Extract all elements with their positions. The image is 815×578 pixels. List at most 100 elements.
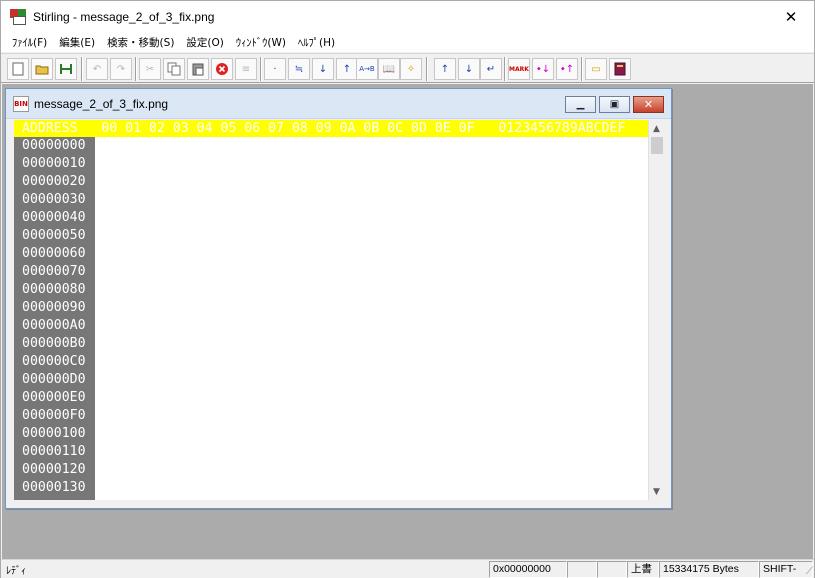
hex-editor[interactable]: ADDRESS 00 01 02 03 04 05 06 07 08 09 0A… [14, 120, 664, 500]
copy-icon [167, 62, 181, 76]
return-button[interactable]: ↵ [480, 58, 502, 80]
list-button[interactable]: ≡ [235, 58, 257, 80]
close-icon: ✕ [784, 7, 798, 26]
status-cell-empty [597, 561, 627, 578]
book-icon: 📖 [382, 63, 396, 75]
top-button[interactable]: ↑ [434, 58, 456, 80]
mark-next-button[interactable]: •↓ [532, 58, 554, 80]
address-row: 00000000 [22, 138, 86, 153]
scroll-up-button[interactable]: ▲ [649, 120, 664, 137]
mark-icon: MARK [509, 65, 529, 73]
menu-help[interactable]: ﾍﾙﾌﾟ(H) [293, 35, 340, 50]
menu-bar: ﾌｧｲﾙ(F) 編集(E) 検索・移動(S) 設定(O) ｳｨﾝﾄﾞｳ(W) ﾍ… [1, 32, 814, 52]
paste-icon [192, 63, 204, 76]
compare-button[interactable]: ≒ [288, 58, 310, 80]
vertical-scrollbar[interactable]: ▲ ▼ [648, 120, 664, 500]
dot-icon: · [273, 63, 277, 75]
replace-button[interactable]: A→B [356, 58, 378, 80]
status-address: 0x00000000 [489, 561, 567, 578]
address-row: 000000E0 [22, 390, 86, 405]
status-file-size: 15334175 Bytes [659, 561, 759, 578]
toolbar-separator [426, 57, 428, 81]
toolbar-separator [135, 57, 137, 81]
address-row: 000000F0 [22, 408, 86, 423]
menu-window[interactable]: ｳｨﾝﾄﾞｳ(W) [231, 35, 291, 50]
undo-icon: ↶ [92, 63, 102, 75]
arrow-up-icon: ↑ [342, 63, 352, 75]
restore-button[interactable]: ▣ [599, 96, 630, 113]
menu-edit[interactable]: 編集(E) [54, 35, 100, 50]
scroll-thumb[interactable] [651, 137, 663, 154]
toolbar-separator [260, 57, 262, 81]
minimize-icon: ▁ [576, 99, 585, 110]
document-window: BIN message_2_of_3_fix.png ▁ ▣ ✕ ADDRESS… [5, 88, 672, 509]
scroll-down-button[interactable]: ▼ [649, 483, 664, 500]
address-row: 00000040 [22, 210, 86, 225]
minimize-button[interactable]: ▁ [565, 96, 596, 113]
mark-prev-button[interactable]: •↑ [556, 58, 578, 80]
redo-button[interactable]: ↷ [110, 58, 132, 80]
jump-button[interactable]: · [264, 58, 286, 80]
window-close-button[interactable]: ✕ [768, 1, 814, 32]
address-column: 00000000 00000010 00000020 00000030 0000… [14, 137, 95, 500]
scissors-icon: ✂ [145, 63, 155, 75]
search-up-button[interactable]: ↑ [336, 58, 358, 80]
save-button[interactable] [55, 58, 77, 80]
folder-icon [35, 65, 49, 75]
address-row: 00000070 [22, 264, 86, 279]
list-icon: ≡ [241, 63, 251, 75]
replace-icon: A→B [359, 65, 375, 73]
address-row: 00000020 [22, 174, 86, 189]
search-down-button[interactable]: ↓ [312, 58, 334, 80]
open-file-button[interactable] [31, 58, 53, 80]
address-row: 00000100 [22, 426, 86, 441]
arrow-down-icon: ↓ [318, 63, 328, 75]
mark-button[interactable]: MARK [508, 58, 530, 80]
restore-icon: ▣ [609, 99, 620, 110]
address-row: 00000030 [22, 192, 86, 207]
resize-grip-icon[interactable]: ⟋ [806, 566, 813, 577]
menu-settings[interactable]: 設定(O) [181, 35, 228, 50]
title-bar[interactable]: Stirling - message_2_of_3_fix.png ✕ [1, 1, 814, 32]
sparkle-icon: ✧ [406, 63, 416, 75]
bottom-button[interactable]: ↓ [458, 58, 480, 80]
paste-button[interactable] [187, 58, 209, 80]
status-mode: 上書 [627, 561, 659, 578]
arrow-up-icon: ↑ [440, 63, 450, 75]
status-cell-empty [567, 561, 597, 578]
address-row: 00000120 [22, 462, 86, 477]
book-button[interactable]: 📖 [378, 58, 400, 80]
mark-up-icon: •↑ [559, 63, 575, 75]
toolbar-separator [504, 57, 506, 81]
window-title: Stirling - message_2_of_3_fix.png [33, 9, 215, 24]
chevron-down-icon: ▼ [653, 486, 660, 497]
hex-column-header: ADDRESS 00 01 02 03 04 05 06 07 08 09 0A… [14, 120, 650, 137]
bin-file-icon: BIN [13, 95, 29, 112]
menu-file[interactable]: ﾌｧｲﾙ(F) [7, 35, 52, 50]
mark-down-icon: •↓ [535, 63, 551, 75]
note-button[interactable]: ▭ [585, 58, 607, 80]
address-row: 00000090 [22, 300, 86, 315]
menu-search[interactable]: 検索・移動(S) [102, 35, 179, 50]
toolbar: ↶ ↷ ✂ ≡ · ≒ ↓ ↑ A→B 📖 ✧ ↑ ↓ ↵ MARK •↓ •↑… [1, 53, 814, 83]
address-row: 00000050 [22, 228, 86, 243]
document-close-button[interactable]: ✕ [633, 96, 664, 113]
status-shift: SHIFT- [759, 561, 813, 578]
undo-button[interactable]: ↶ [86, 58, 108, 80]
return-icon: ↵ [486, 63, 496, 75]
address-row: 00000130 [22, 480, 86, 495]
delete-icon [216, 63, 228, 75]
address-row: 000000A0 [22, 318, 86, 333]
arrow-down-icon: ↓ [464, 63, 474, 75]
delete-button[interactable] [211, 58, 233, 80]
document-title-bar[interactable]: BIN message_2_of_3_fix.png ▁ ▣ ✕ [6, 89, 671, 119]
status-message: ﾚﾃﾞｨ [6, 566, 26, 577]
help-book-button[interactable] [609, 58, 631, 80]
app-window: Stirling - message_2_of_3_fix.png ✕ ﾌｧｲﾙ… [0, 0, 815, 578]
note-icon: ▭ [591, 63, 601, 75]
highlight-button[interactable]: ✧ [400, 58, 422, 80]
address-row: 00000060 [22, 246, 86, 261]
new-file-button[interactable] [7, 58, 29, 80]
cut-button[interactable]: ✂ [139, 58, 161, 80]
copy-button[interactable] [163, 58, 185, 80]
